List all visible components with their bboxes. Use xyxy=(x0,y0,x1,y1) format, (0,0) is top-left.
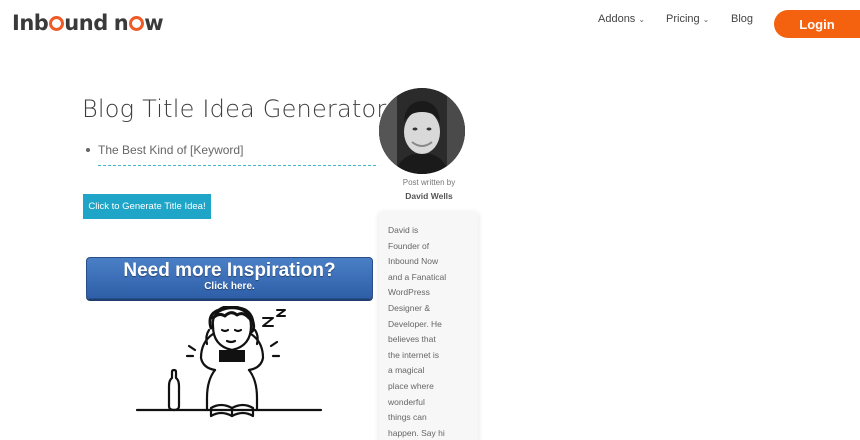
bio-line: the internet is xyxy=(388,349,440,360)
site-header: Inb und nw Addons ⌄ Pricing ⌄ Blog Login xyxy=(0,0,860,48)
post-written-by-label: Post written by xyxy=(402,178,456,187)
nav-pricing[interactable]: Pricing ⌄ xyxy=(666,13,709,25)
author-name[interactable]: David Wells xyxy=(380,191,478,201)
bio-line: WordPress xyxy=(388,287,430,298)
bio-line: Designer & xyxy=(388,302,431,313)
bio-line: wonderful xyxy=(388,396,425,407)
logo-o-ring xyxy=(48,16,64,31)
nav-blog[interactable]: Blog xyxy=(731,13,753,25)
logo-text-inbound: Inb und xyxy=(12,11,108,35)
logo-text-now: nw xyxy=(113,11,164,35)
nav-addons-label: Addons xyxy=(598,13,636,25)
bullet-icon xyxy=(86,148,90,152)
bio-line: place where xyxy=(388,380,434,391)
bio-line: things can xyxy=(388,412,427,423)
author-avatar xyxy=(379,88,465,174)
bio-line: believes that xyxy=(388,334,436,345)
idea-divider xyxy=(98,165,376,166)
nav-blog-label: Blog xyxy=(731,13,754,25)
login-button[interactable]: Login xyxy=(774,10,860,38)
bio-line: Developer. He xyxy=(388,318,442,329)
nav-pricing-label: Pricing xyxy=(666,13,700,25)
inspiration-button[interactable]: Need more Inspiration? Click here. xyxy=(86,257,373,299)
page-title: Blog Title Idea Generator xyxy=(82,95,387,123)
bio-line: Founder of xyxy=(388,240,430,251)
bio-line: David is xyxy=(388,225,419,235)
generate-title-button[interactable]: Click to Generate Title Idea! xyxy=(83,194,211,219)
bio-line: a magical xyxy=(388,365,425,376)
author-bio-card: David is Founder of Inbound Now and a Fa… xyxy=(379,212,478,440)
author-bio-text: David is Founder of Inbound Now and a Fa… xyxy=(388,223,474,440)
brand-logo[interactable]: Inb und nw xyxy=(12,9,164,37)
nav-addons[interactable]: Addons ⌄ xyxy=(598,13,645,25)
inspiration-subtext: Click here. xyxy=(204,281,255,292)
idea-text: The Best Kind of [Keyword] xyxy=(98,143,244,157)
chevron-down-icon: ⌄ xyxy=(702,14,710,24)
generated-title-idea: The Best Kind of [Keyword] xyxy=(86,143,243,157)
bio-line: happen. Say hi xyxy=(388,427,445,438)
bio-line: Inbound Now xyxy=(388,256,439,267)
inspiration-heading: Need more Inspiration? xyxy=(123,260,336,281)
chevron-down-icon: ⌄ xyxy=(638,14,646,24)
sleeping-reader-illustration xyxy=(135,306,323,418)
logo-o-ring xyxy=(128,16,144,31)
bio-line: and a Fanatical xyxy=(388,271,447,282)
